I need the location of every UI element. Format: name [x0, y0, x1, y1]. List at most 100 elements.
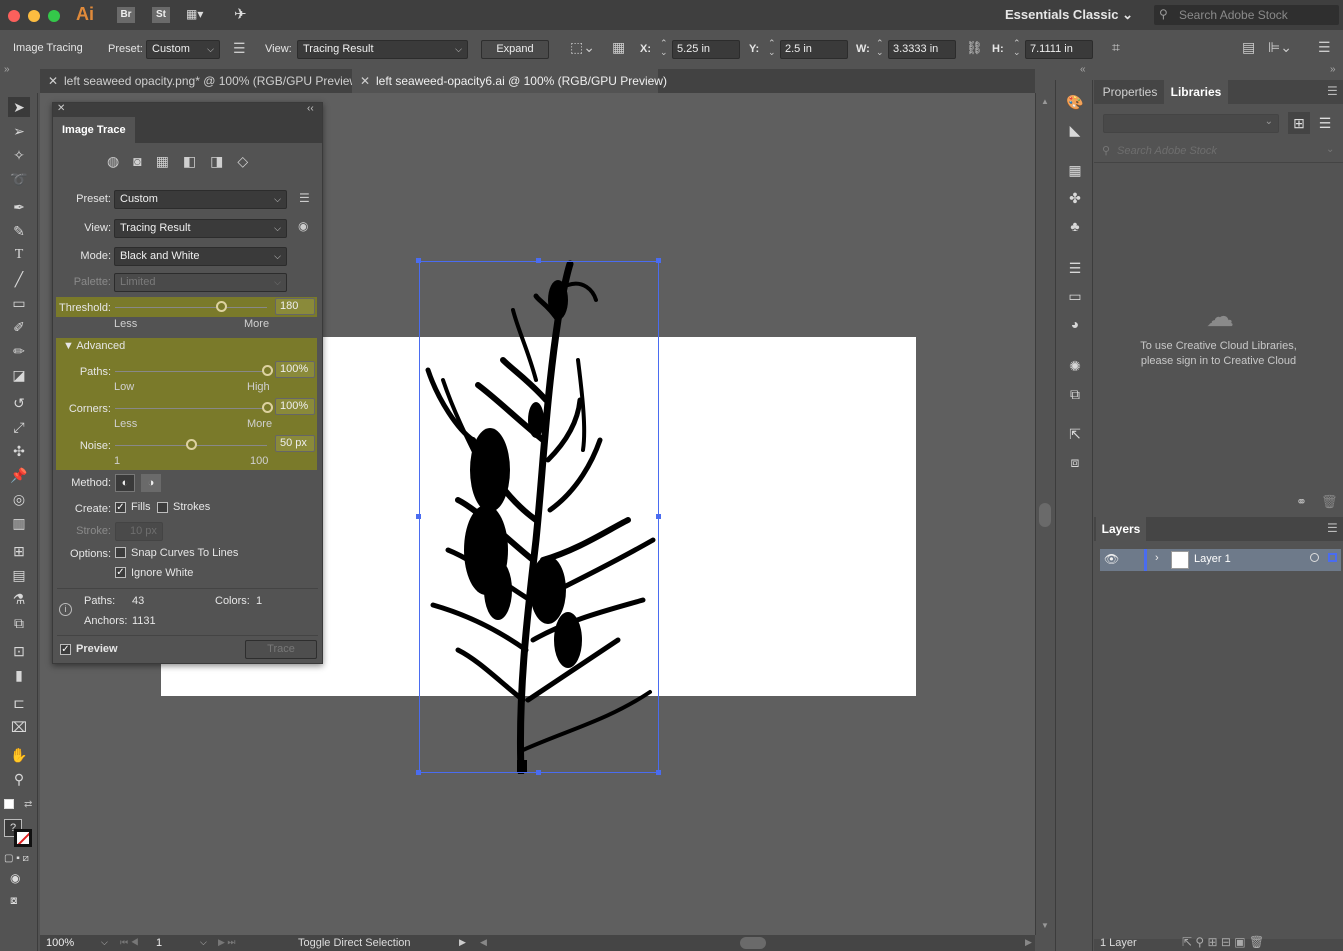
close-icon[interactable]: ✕ — [57, 103, 65, 114]
close-icon[interactable]: ✕ — [360, 69, 370, 93]
paths-slider-track[interactable] — [115, 371, 267, 372]
export-icon[interactable]: ⇱ — [1065, 424, 1085, 444]
fills-checkbox[interactable]: ✓ — [115, 502, 126, 513]
paths-slider-knob[interactable] — [262, 365, 273, 376]
w-input[interactable]: 3.3333 in — [888, 40, 956, 59]
high-color-icon[interactable]: ◙ — [133, 153, 155, 169]
stroke-icon[interactable]: ☰ — [1065, 258, 1085, 278]
gradient-icon[interactable]: ▭ — [1065, 286, 1085, 306]
graphic-styles-icon[interactable]: ⧉ — [1065, 384, 1085, 404]
target-icon[interactable] — [1310, 553, 1319, 562]
pen-tool-icon[interactable]: ✒ — [8, 197, 30, 217]
color-guide-icon[interactable]: 🎨 — [1065, 92, 1085, 112]
paths-input[interactable]: 100% — [275, 361, 315, 378]
minimize-window-icon[interactable] — [28, 10, 40, 22]
selection-indicator[interactable] — [1328, 553, 1337, 562]
preset-shortcut-icons[interactable]: ◍◙▦◧◨◇ — [107, 153, 262, 170]
abutting-method-icon[interactable]: ◐ — [115, 474, 135, 492]
selection-bounding-box[interactable] — [419, 261, 659, 773]
rotate-tool-icon[interactable]: ↺ — [8, 393, 30, 413]
symbol-sprayer-tool-icon[interactable]: ⊡ — [8, 641, 30, 661]
type-tool-icon[interactable]: T — [8, 245, 30, 265]
symbols-icon[interactable]: ♣ — [1065, 216, 1085, 236]
expand-button[interactable]: Expand — [481, 40, 549, 59]
preset-dropdown[interactable]: Custom ⌵ — [146, 40, 220, 59]
artboard-number-dropdown[interactable]: 1 ⌵ — [156, 937, 210, 950]
arrange-icon[interactable]: ▤ — [1242, 39, 1255, 56]
view-dropdown[interactable]: Tracing Result ⌵ — [297, 40, 468, 59]
list-view-icon[interactable]: ☰ — [1314, 112, 1336, 134]
gpu-performance-icon[interactable]: ✈ — [234, 5, 247, 23]
horizontal-scroll-thumb[interactable] — [740, 937, 766, 949]
zoom-tool-icon[interactable]: ⚲ — [8, 769, 30, 789]
chevron-right-icon[interactable]: › — [1155, 552, 1159, 564]
constrain-proportions-icon[interactable]: ⛓ — [966, 40, 983, 56]
hand-tool-icon[interactable]: ✋ — [8, 745, 30, 765]
tab-document-1[interactable]: ✕ left seaweed opacity.png* @ 100% (RGB/G… — [40, 69, 362, 93]
corners-slider-track[interactable] — [115, 408, 267, 409]
zoom-dropdown[interactable]: 100% ⌵ — [46, 937, 108, 950]
resize-handle[interactable] — [416, 770, 421, 775]
panel-titlebar[interactable]: ✕ ‹‹ — [53, 103, 322, 117]
line-tool-icon[interactable]: ╱ — [8, 269, 30, 289]
auto-color-icon[interactable]: ◍ — [107, 153, 133, 169]
direct-selection-tool-icon[interactable]: ➢ — [8, 121, 30, 141]
tracing-presets-icon[interactable]: ☰ — [233, 40, 246, 57]
gradient-tool-icon[interactable]: ▤ — [8, 565, 30, 585]
perspective-grid-tool-icon[interactable]: ▥ — [8, 513, 30, 533]
shape-builder-tool-icon[interactable]: ◎ — [8, 489, 30, 509]
scroll-down-icon[interactable]: ▼ — [1041, 921, 1049, 930]
chevron-down-icon[interactable]: ⌄ — [1326, 144, 1334, 155]
preview-checkbox[interactable]: ✓ — [60, 644, 71, 655]
close-icon[interactable]: ✕ — [48, 69, 58, 93]
black-white-icon[interactable]: ◨ — [210, 153, 237, 169]
puppet-warp-tool-icon[interactable]: ✣ — [8, 441, 30, 461]
overlapping-method-icon[interactable]: ◑ — [141, 474, 161, 492]
resize-handle[interactable] — [656, 770, 661, 775]
collapse-toolbar-icon[interactable]: » — [4, 64, 10, 75]
grayscale-icon[interactable]: ◧ — [183, 153, 210, 169]
strokes-checkbox[interactable] — [157, 502, 168, 513]
stock-button[interactable]: St — [152, 7, 170, 23]
corners-input[interactable]: 100% — [275, 398, 315, 415]
scroll-right-icon[interactable]: ▶ — [1025, 937, 1032, 948]
mesh-tool-icon[interactable]: ⊞ — [8, 541, 30, 561]
collapse-icon[interactable]: ‹‹ — [307, 103, 314, 114]
w-stepper-icon[interactable]: ⌃ ⌄ — [876, 39, 884, 57]
tab-document-2[interactable]: ✕ left seaweed-opacity6.ai @ 100% (RGB/GP… — [352, 69, 667, 93]
panel-menu-icon[interactable]: ☰ — [1327, 521, 1338, 535]
eyedropper-tool-icon[interactable]: ⚗ — [8, 589, 30, 609]
first-artboard-icon[interactable]: ⏮ ◀ — [120, 937, 139, 948]
panel-title[interactable]: Image Trace — [53, 117, 135, 143]
low-color-icon[interactable]: ▦ — [156, 153, 183, 169]
snap-curves-checkbox[interactable] — [115, 547, 126, 558]
eye-icon[interactable]: 👁 — [1104, 552, 1119, 566]
y-input[interactable]: 2.5 in — [780, 40, 848, 59]
eye-icon[interactable]: ◉ — [298, 219, 308, 233]
advanced-toggle[interactable]: ▼ Advanced — [63, 340, 125, 352]
reference-point-icon[interactable]: ▦ — [612, 39, 625, 56]
tab-properties[interactable]: Properties — [1096, 80, 1164, 104]
zoom-window-icon[interactable] — [48, 10, 60, 22]
threshold-slider-track[interactable] — [115, 307, 267, 308]
lasso-tool-icon[interactable]: ➰ — [8, 169, 30, 189]
swatches-icon[interactable]: ▦ — [1065, 160, 1085, 180]
y-stepper-icon[interactable]: ⌃ ⌄ — [768, 39, 776, 57]
layer-row[interactable]: 👁 › Layer 1 — [1100, 549, 1341, 571]
h-stepper-icon[interactable]: ⌃ ⌄ — [1013, 39, 1021, 57]
rectangle-tool-icon[interactable]: ▭ — [8, 293, 30, 313]
magic-wand-tool-icon[interactable]: ✧ — [8, 145, 30, 165]
panel-menu-icon[interactable]: ☰ — [1318, 39, 1331, 56]
selection-tool-icon[interactable]: ➤ — [8, 97, 30, 117]
trace-view-dropdown[interactable]: Tracing Result ⌵ — [114, 219, 287, 238]
swap-colors-icon[interactable]: ⇄ — [24, 799, 32, 810]
stock-search-input[interactable]: ⚲ Search Adobe Stock — [1154, 5, 1339, 25]
align-icon[interactable]: ⊫⌄ — [1268, 39, 1292, 56]
mode-dropdown[interactable]: Black and White ⌵ — [114, 247, 287, 266]
resize-handle[interactable] — [656, 514, 661, 519]
manage-presets-icon[interactable]: ☰ — [299, 191, 310, 205]
paintbrush-tool-icon[interactable]: ✐ — [8, 317, 30, 337]
resize-handle[interactable] — [536, 258, 541, 263]
transform-icon[interactable]: ⌗ — [1112, 39, 1120, 56]
status-menu-icon[interactable]: ▶ — [459, 937, 466, 948]
